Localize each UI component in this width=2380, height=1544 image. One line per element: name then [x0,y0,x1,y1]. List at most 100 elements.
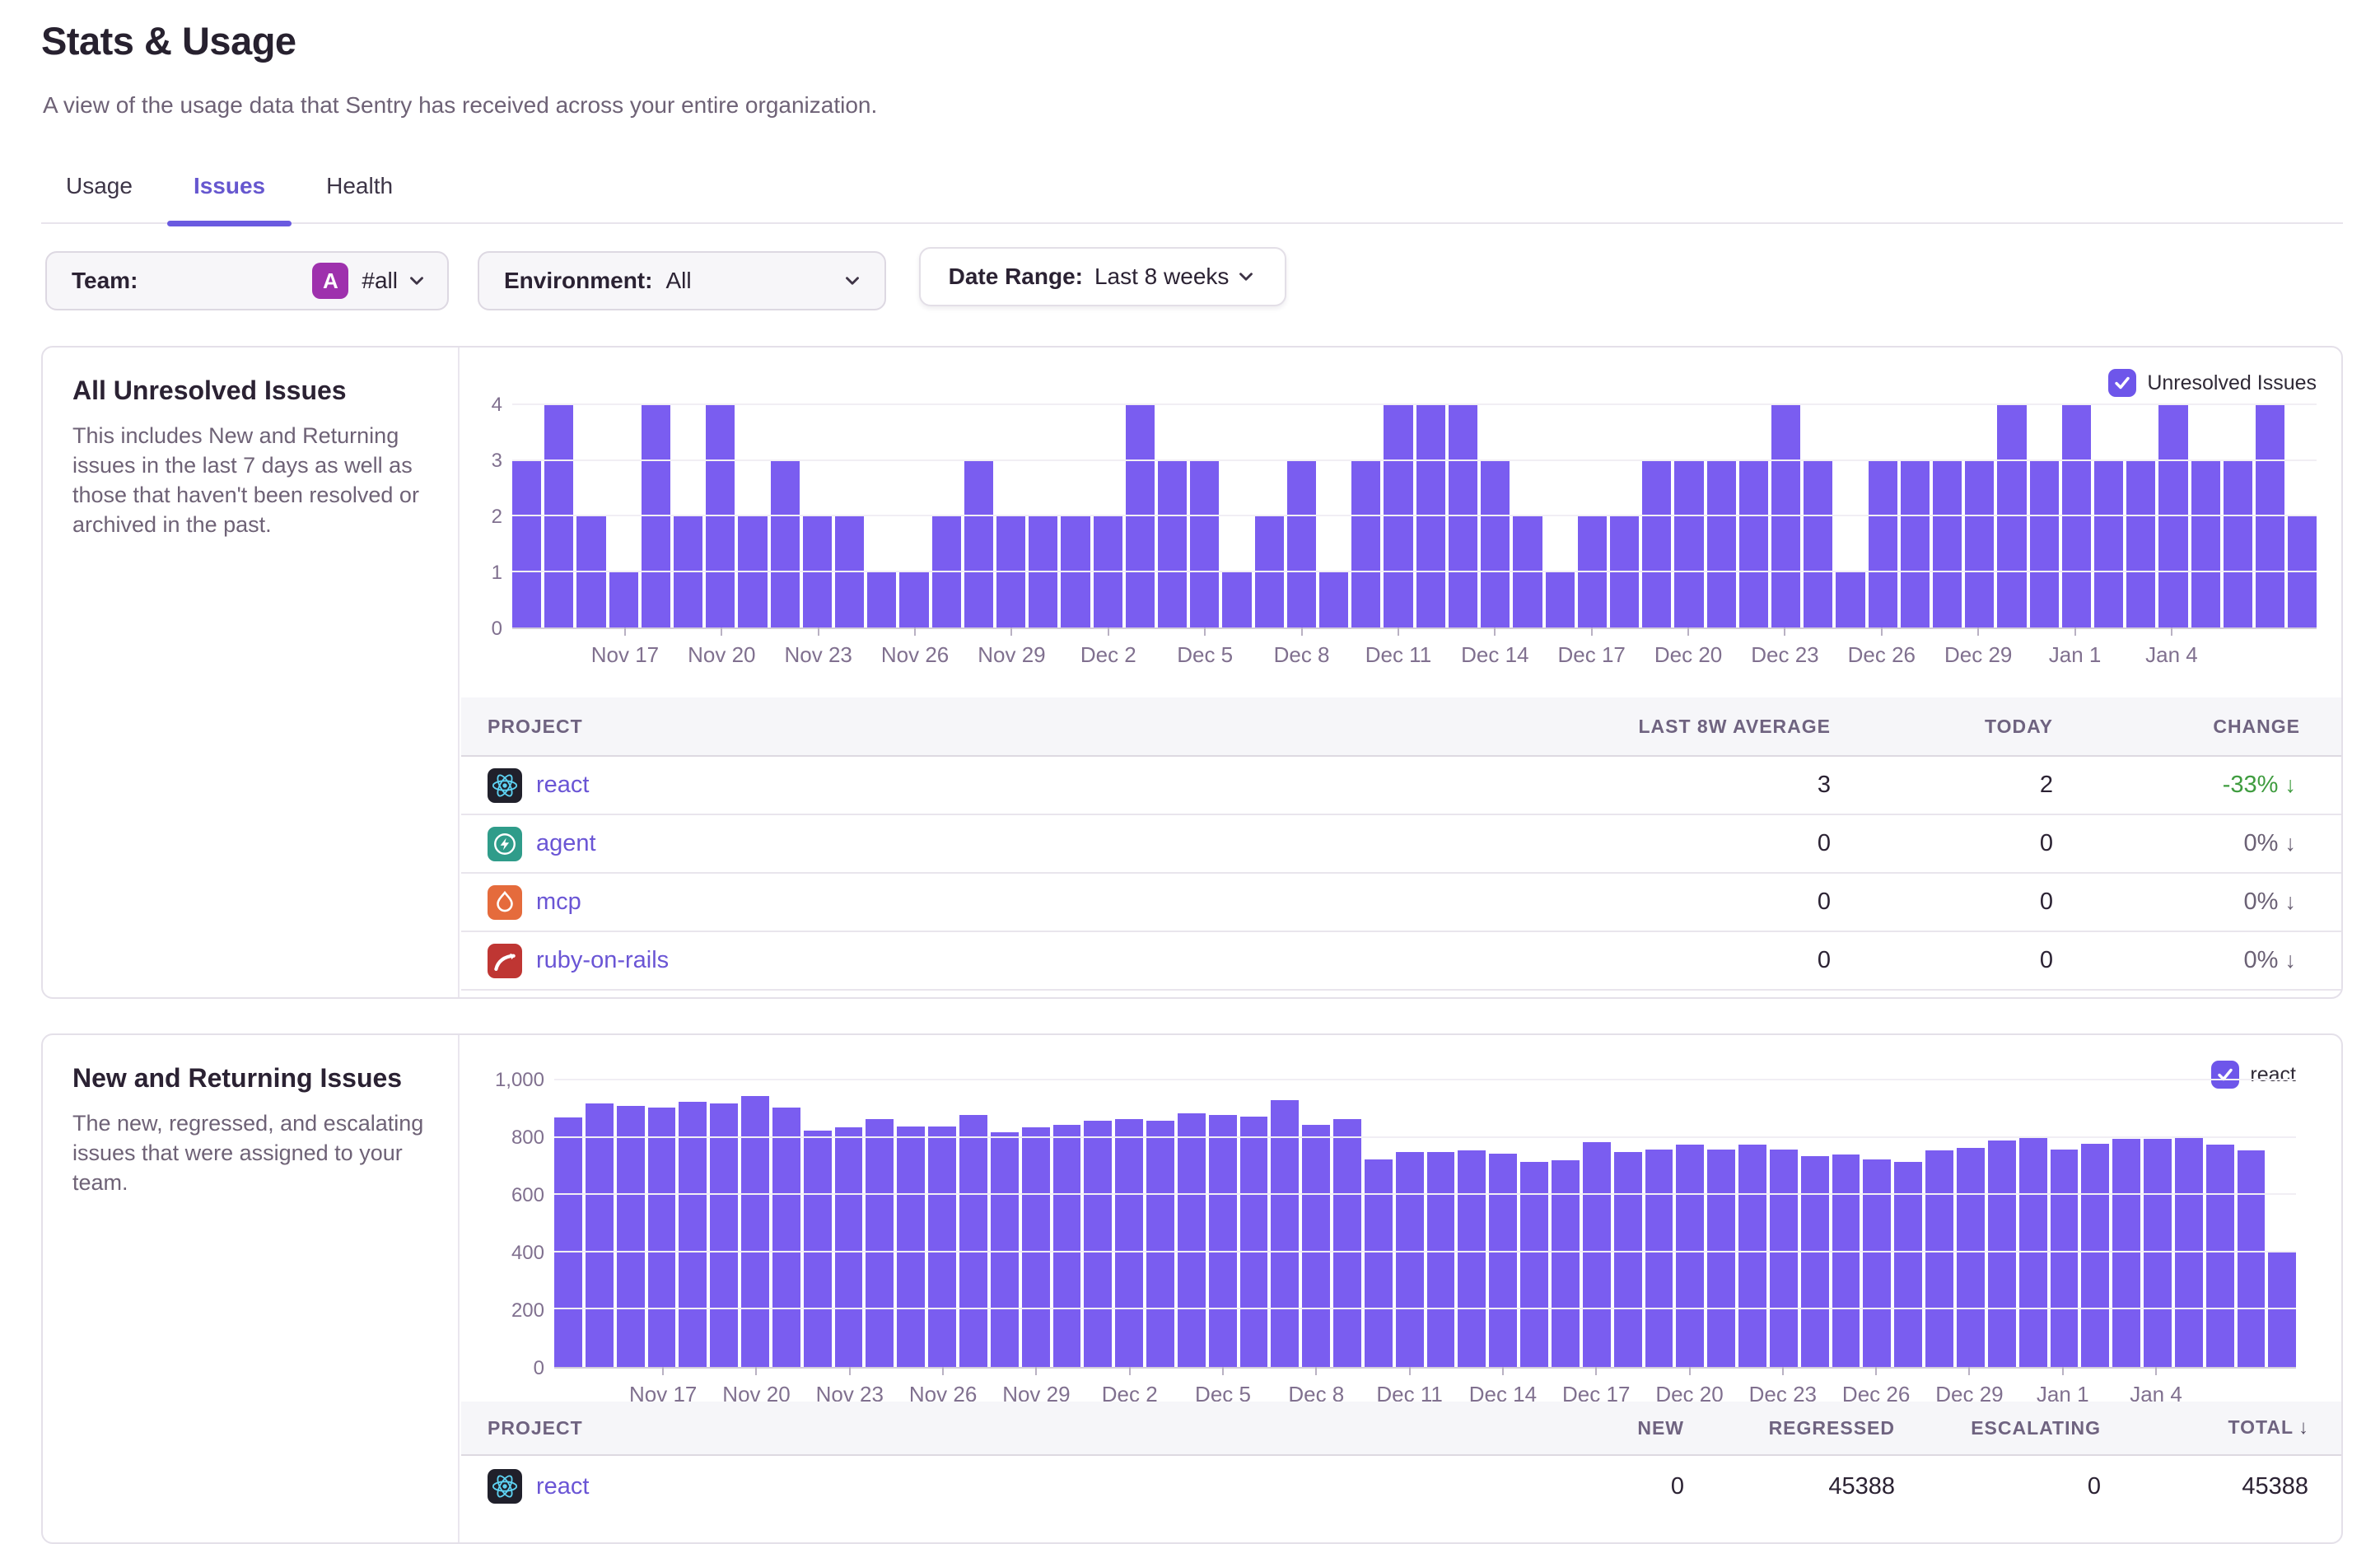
chart-bar[interactable] [1094,516,1122,627]
chart-bar[interactable] [1489,1154,1517,1367]
chart-bar[interactable] [1240,1117,1268,1368]
project-link[interactable]: agent [536,830,596,857]
chart-bar[interactable] [2191,461,2220,628]
chart-bar[interactable] [1546,572,1575,628]
chart-bar[interactable] [771,461,800,628]
column-header[interactable]: PROJECT [461,716,1378,738]
column-header[interactable]: CHANGE [2094,716,2341,738]
chart-bar[interactable] [1925,1150,1953,1367]
chart-bar[interactable] [1739,461,1768,628]
chart-bar[interactable] [1901,461,1930,628]
chart-bar[interactable] [2144,1139,2172,1367]
chart-bar[interactable] [1255,516,1284,627]
chart-bar[interactable] [1836,572,1864,628]
chart-bar[interactable] [1997,405,2026,627]
chart-bar[interactable] [835,516,864,627]
chart-bar[interactable] [1319,572,1348,628]
chart-bar[interactable] [2081,1144,2109,1367]
column-header[interactable]: LAST 8W AVERAGE [1378,716,1872,738]
chart-bar[interactable] [544,405,573,627]
chart-bar[interactable] [2094,461,2123,628]
column-header[interactable]: ESCALATING [1928,1417,2134,1439]
chart-bar[interactable] [1481,461,1510,628]
chart-bar[interactable] [1552,1160,1580,1367]
chart-bar[interactable] [1832,1155,1860,1367]
chart-bar[interactable] [897,1127,925,1367]
project-link[interactable]: react [536,1473,589,1500]
chart-bar[interactable] [928,1127,956,1367]
chart-bar[interactable] [1801,1156,1829,1367]
chart-bar[interactable] [738,516,767,627]
chart-bar[interactable] [1674,461,1703,628]
chart-bar[interactable] [1458,1150,1486,1367]
chart-bar[interactable] [1029,516,1057,627]
chart-bar[interactable] [1957,1148,1985,1367]
team-filter-select[interactable]: Team: A #all [45,251,449,310]
tab-issues[interactable]: Issues [194,163,265,224]
chart-bar[interactable] [1416,405,1445,627]
chart-bar[interactable] [1676,1145,1704,1367]
chart-bar[interactable] [1053,1125,1081,1367]
chart-bar[interactable] [2062,405,2091,627]
chart-bar[interactable] [1351,461,1380,628]
chart-bar[interactable] [1610,516,1639,627]
tab-usage[interactable]: Usage [66,163,133,224]
chart-bar[interactable] [1022,1127,1050,1367]
chart-bar[interactable] [1449,405,1477,627]
chart-bar[interactable] [867,572,896,628]
chart-bar[interactable] [1146,1121,1174,1367]
chart-bar[interactable] [2030,461,2059,628]
chart-bar[interactable] [991,1132,1019,1367]
chart-bar[interactable] [1222,572,1251,628]
chart-bar[interactable] [964,461,993,628]
checkbox-checked-icon[interactable] [2108,369,2136,397]
chart-bar[interactable] [554,1117,582,1367]
chart-bar[interactable] [1084,1121,1112,1367]
chart-bar[interactable] [2288,516,2317,627]
chart-bar[interactable] [1933,461,1962,628]
chart-bar[interactable] [1707,1150,1735,1367]
chart-bar[interactable] [2238,1150,2266,1367]
chart-bar[interactable] [2256,405,2284,627]
chart-bar[interactable] [932,516,961,627]
chart-bar[interactable] [679,1102,707,1367]
chart-bar[interactable] [1115,1119,1143,1367]
chart-bar[interactable] [1863,1159,1891,1367]
chart-bar[interactable] [1190,461,1219,628]
chart-bar[interactable] [2268,1252,2296,1367]
chart-bar[interactable] [1645,1150,1673,1367]
chart-bar[interactable] [899,572,928,628]
chart-bar[interactable] [1513,516,1542,627]
chart-bar[interactable] [2112,1139,2140,1367]
chart-bar[interactable] [1158,461,1187,628]
tab-health[interactable]: Health [326,163,393,224]
chart-bar[interactable] [1427,1152,1455,1367]
chart-bar[interactable] [576,516,605,627]
chart-bar[interactable] [1583,1142,1611,1367]
chart-bar[interactable] [1965,461,1994,628]
chart-bar[interactable] [1287,461,1316,628]
chart-bar[interactable] [706,405,735,627]
chart-bar[interactable] [1770,1150,1798,1367]
chart-bar[interactable] [772,1108,800,1367]
chart-bar[interactable] [617,1106,645,1367]
chart-bar[interactable] [1771,405,1800,627]
chart-bar[interactable] [710,1103,738,1367]
chart-bar[interactable] [648,1108,676,1367]
column-header[interactable]: TOTAL↓ [2134,1416,2341,1439]
chart-bar[interactable] [1365,1159,1393,1367]
environment-filter-select[interactable]: Environment: All [478,251,886,310]
date-range-button[interactable]: Date Range: Last 8 weeks [919,247,1286,306]
chart-bar[interactable] [1333,1119,1361,1367]
chart-bar[interactable] [959,1115,987,1367]
chart-bar[interactable] [1126,405,1155,627]
chart-bar[interactable] [1988,1141,2016,1367]
chart-bar[interactable] [2051,1150,2079,1367]
project-link[interactable]: ruby-on-rails [536,947,669,974]
chart-bar[interactable] [1578,516,1607,627]
chart-bar[interactable] [1271,1100,1299,1367]
chart-bar[interactable] [2158,405,2187,627]
chart-bar[interactable] [804,1131,832,1367]
chart-bar[interactable] [2206,1145,2234,1367]
chart-bar[interactable] [1707,461,1736,628]
